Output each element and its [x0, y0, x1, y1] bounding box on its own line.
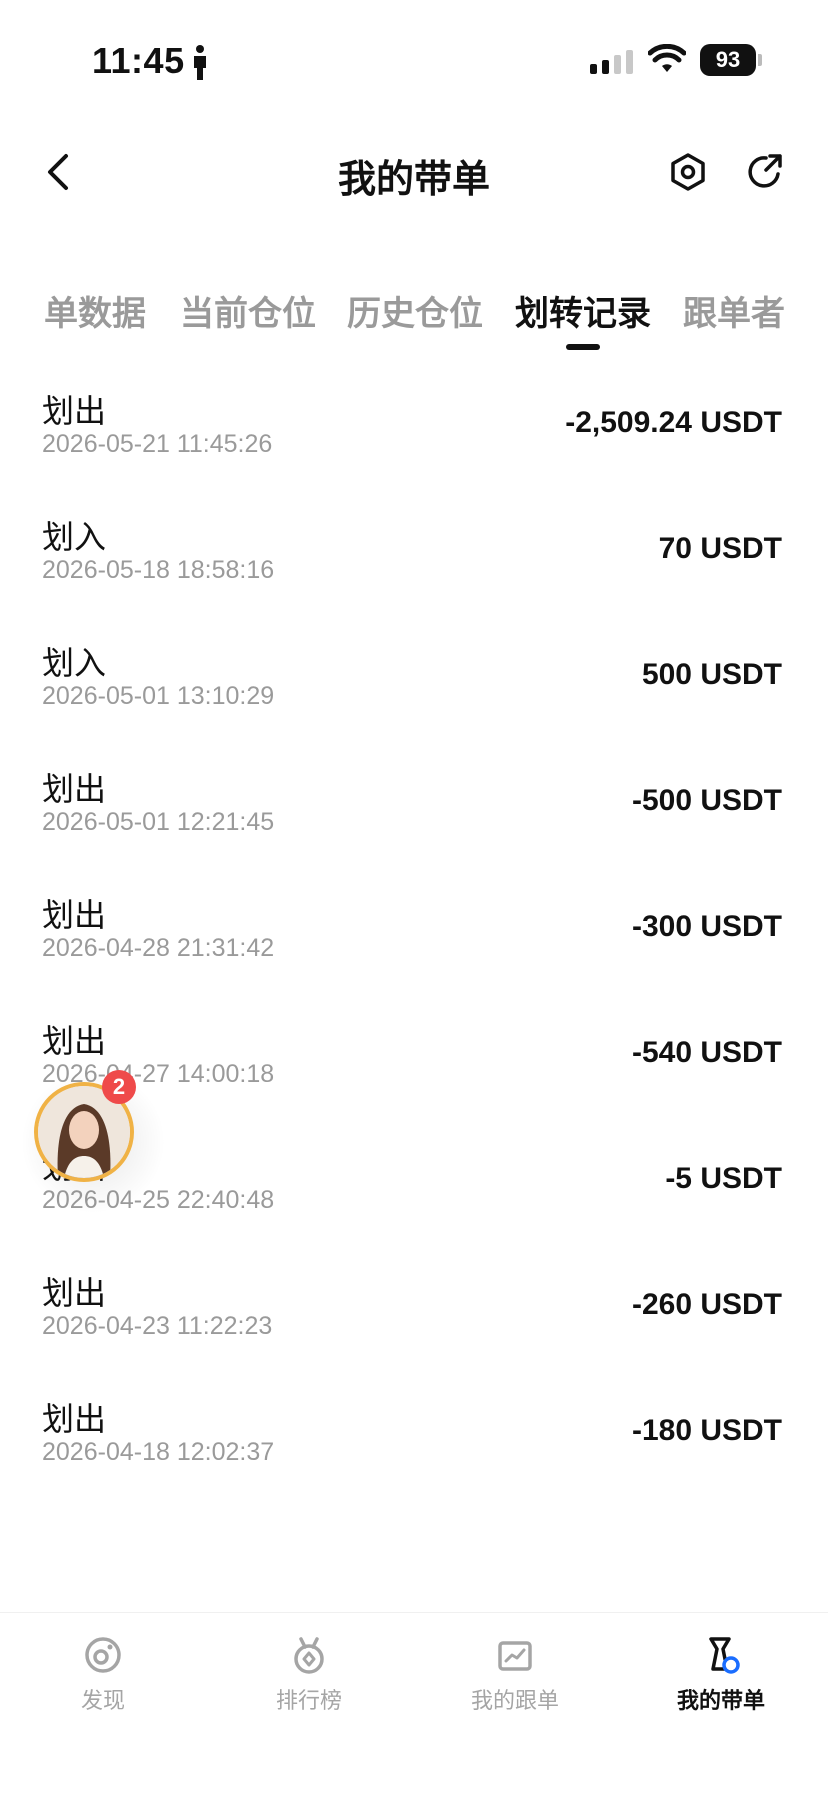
- list-item[interactable]: 划入 2026-05-01 13:10:29 500 USDT: [0, 632, 828, 758]
- record-time: 2026-05-18 18:58:16: [42, 556, 275, 584]
- nav-label: 排行榜: [275, 1688, 342, 1713]
- list-item[interactable]: 划入 2026-05-18 18:58:16 70 USDT: [0, 506, 828, 632]
- record-type: 划出: [42, 771, 107, 807]
- lead-trade-icon: [709, 1637, 740, 1674]
- record-time: 2026-05-21 11:45:26: [42, 430, 273, 458]
- nav-my-follow[interactable]: 我的跟单: [435, 1635, 595, 1715]
- settings-hexagon-icon[interactable]: [666, 150, 710, 194]
- share-icon[interactable]: [742, 150, 786, 194]
- record-type: 划出: [42, 1023, 107, 1059]
- record-amount: 70 USDT: [658, 532, 782, 565]
- record-time: 2026-04-28 21:31:42: [42, 934, 275, 962]
- record-amount: -2,509.24 USDT: [565, 406, 782, 439]
- record-amount: -180 USDT: [631, 1414, 782, 1447]
- tab-current-positions[interactable]: 当前仓位: [180, 286, 316, 335]
- tab-followers[interactable]: 跟单者: [683, 286, 785, 335]
- notification-badge: 2: [102, 1070, 136, 1104]
- nav-label: 我的跟单: [470, 1688, 559, 1713]
- follow-chart-icon: [498, 1641, 532, 1671]
- nav-ranking[interactable]: 排行榜: [229, 1635, 389, 1715]
- list-item[interactable]: 划出 2026-04-23 11:22:23 -260 USDT: [0, 1262, 828, 1388]
- nav-discover[interactable]: 发现: [23, 1635, 183, 1715]
- record-time: 2026-05-01 12:21:45: [42, 808, 275, 836]
- list-item[interactable]: 划出 2026-05-21 11:45:26 -2,509.24 USDT: [0, 380, 828, 506]
- bottom-navigation: 发现 排行榜 我的跟单 我的带单: [0, 1612, 828, 1797]
- nav-label: 我的带单: [676, 1688, 765, 1713]
- active-tab-indicator: [566, 344, 600, 350]
- list-item[interactable]: 划出 2026-04-18 12:02:37 -180 USDT: [0, 1388, 828, 1514]
- record-time: 2026-04-23 11:22:23: [42, 1312, 273, 1340]
- list-item[interactable]: 划出 2026-04-28 21:31:42 -300 USDT: [0, 884, 828, 1010]
- record-type: 划出: [42, 1275, 107, 1311]
- record-amount: -5 USDT: [665, 1162, 782, 1195]
- nav-label: 发现: [80, 1688, 125, 1713]
- record-amount: -500 USDT: [631, 784, 782, 817]
- record-type: 划入: [42, 645, 107, 681]
- record-time: 2026-05-01 13:10:29: [42, 682, 275, 710]
- record-amount: -300 USDT: [631, 910, 782, 943]
- record-type: 划出: [42, 393, 107, 429]
- record-type: 划入: [42, 519, 107, 555]
- tab-bar: 单数据 当前仓位 历史仓位 划转记录 跟单者: [0, 286, 828, 346]
- tab-history-positions[interactable]: 历史仓位: [347, 286, 483, 335]
- battery-indicator: 93: [700, 44, 756, 76]
- battery-tip: [758, 54, 762, 66]
- list-item[interactable]: 划出 2026-05-01 12:21:45 -500 USDT: [0, 758, 828, 884]
- record-amount: -260 USDT: [631, 1288, 782, 1321]
- record-amount: -540 USDT: [631, 1036, 782, 1069]
- status-time: 11:45: [92, 40, 185, 81]
- tab-order-data[interactable]: 单数据: [44, 286, 146, 335]
- person-icon: [194, 45, 206, 80]
- discover-icon: [85, 1637, 121, 1673]
- status-bar: 11:45 93: [0, 0, 828, 120]
- record-amount: 500 USDT: [641, 658, 782, 691]
- record-time: 2026-04-18 12:02:37: [42, 1438, 275, 1466]
- wifi-icon: [648, 44, 686, 72]
- record-type: 划出: [42, 1401, 107, 1437]
- nav-my-lead[interactable]: 我的带单: [641, 1635, 801, 1715]
- floating-support-avatar[interactable]: 2: [18, 1070, 168, 1212]
- cellular-signal-icon: [590, 50, 633, 74]
- record-type: 划出: [42, 897, 107, 933]
- ranking-medal-icon: [294, 1637, 324, 1674]
- tab-transfer-records[interactable]: 划转记录: [515, 286, 651, 335]
